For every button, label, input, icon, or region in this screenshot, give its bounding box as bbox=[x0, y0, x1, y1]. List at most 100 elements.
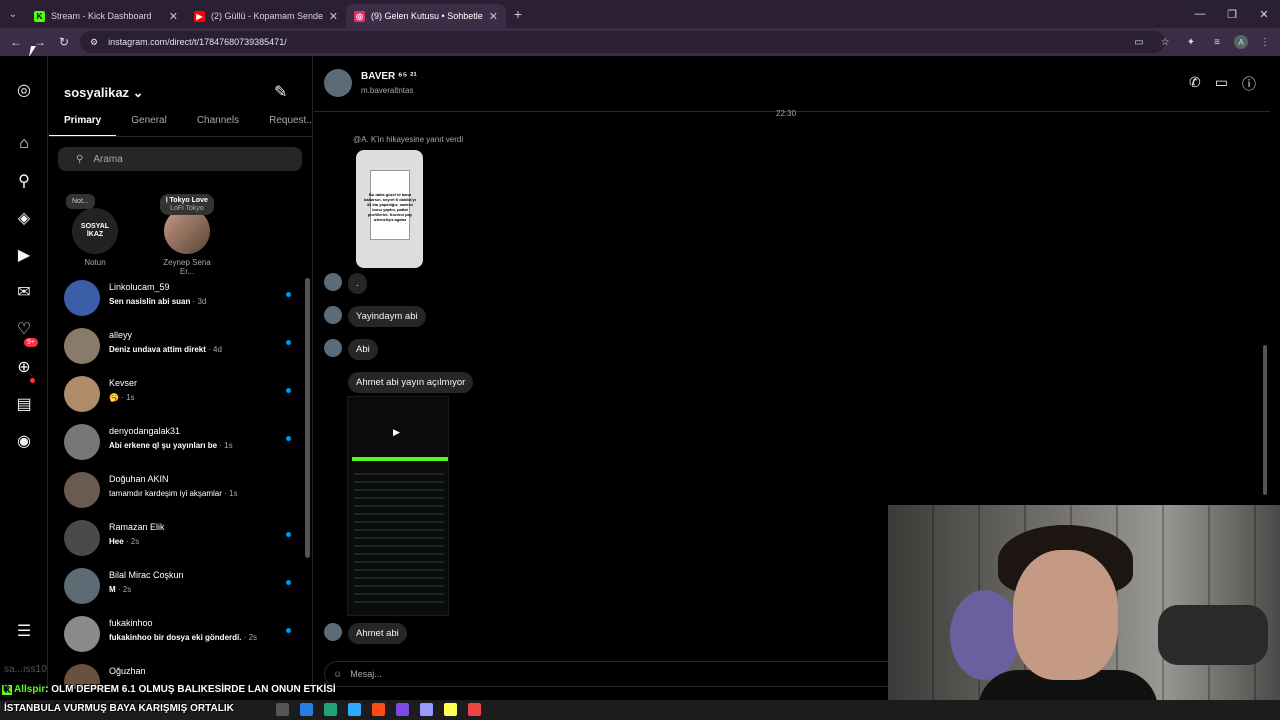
back-button[interactable]: ← bbox=[4, 30, 28, 54]
close-tab-icon[interactable]: ✕ bbox=[489, 10, 498, 23]
info-icon[interactable]: ⓘ bbox=[1242, 74, 1256, 94]
kick-badge-icon: K bbox=[2, 685, 12, 695]
account-username[interactable]: sosyalikaz ⌄ bbox=[64, 85, 144, 101]
avatar bbox=[64, 328, 100, 364]
phone-call-icon[interactable]: ✆ bbox=[1189, 74, 1201, 94]
thread-name: fukakinhoo bbox=[109, 618, 153, 628]
note-label: Zeynep Sena Er... bbox=[163, 258, 211, 276]
chat-scrollbar[interactable] bbox=[1263, 345, 1267, 495]
notifications-heart-icon[interactable]: ♡ bbox=[14, 319, 34, 339]
note-friend[interactable]: 𝄃 Tokyo Love LoFi Tokyo Zeynep Sena Er..… bbox=[156, 194, 218, 276]
list-item[interactable]: Ramazan Elik Hee · 2s bbox=[49, 516, 304, 564]
instagram-logo-icon[interactable]: ◎ bbox=[14, 80, 34, 100]
search-input[interactable]: ⚲ Arama bbox=[58, 147, 302, 171]
message-bubble[interactable]: Abi bbox=[348, 339, 378, 360]
app-icon[interactable] bbox=[444, 703, 457, 716]
messages-icon[interactable]: ✉ bbox=[14, 282, 34, 302]
unread-dot bbox=[286, 436, 291, 441]
list-item[interactable]: fukakinhoo fukakinhoo bir dosya eki gönd… bbox=[49, 612, 304, 660]
messages-badge: 9+ bbox=[24, 338, 38, 347]
reels-icon[interactable]: ▶ bbox=[14, 245, 34, 265]
site-info-icon[interactable]: ⚙ bbox=[90, 37, 98, 48]
tab-instagram-inbox[interactable]: ◎ (9) Gelen Kutusu • Sohbetler ✕ bbox=[346, 4, 506, 28]
unread-dot bbox=[286, 340, 291, 345]
reload-button[interactable]: ↻ bbox=[52, 30, 76, 54]
message-bubble[interactable]: Yayindaym abi bbox=[348, 306, 426, 327]
music-bars-icon: 𝄃 bbox=[166, 197, 168, 204]
search-icon: ⚲ bbox=[76, 153, 84, 165]
tab-search-icon[interactable]: ⌄ bbox=[0, 0, 26, 28]
threads-icon[interactable]: ◉ bbox=[14, 431, 34, 451]
avatar bbox=[64, 568, 100, 604]
list-item[interactable]: Bilal Mirac Coşkun M · 2s bbox=[49, 564, 304, 612]
close-window-icon[interactable]: ✕ bbox=[1248, 0, 1280, 28]
notification-dot bbox=[30, 378, 35, 383]
message-bubble[interactable]: . bbox=[348, 273, 367, 294]
explore-icon[interactable]: ◈ bbox=[14, 208, 34, 228]
dashboard-icon[interactable]: ▤ bbox=[14, 394, 34, 414]
new-message-icon[interactable]: ✎ bbox=[274, 82, 287, 102]
url-bar[interactable]: ⚙ instagram.com/direct/t/178476807393854… bbox=[80, 31, 1165, 53]
browser-menu-icon[interactable]: ⋮ bbox=[1256, 32, 1274, 52]
list-item[interactable]: Doğuhan AKIN tamamdır kardeşim iyi akşam… bbox=[49, 468, 304, 516]
bookmark-star-icon[interactable]: ☆ bbox=[1156, 32, 1174, 52]
photoshop-icon[interactable] bbox=[348, 703, 361, 716]
tab-kick-dashboard[interactable]: K Stream - Kick Dashboard ✕ bbox=[26, 4, 186, 28]
thread-preview: M · 2s bbox=[109, 585, 132, 594]
tab-channels[interactable]: Channels bbox=[182, 115, 254, 136]
webcam-overlay bbox=[888, 505, 1280, 720]
tab-requests[interactable]: Request... bbox=[254, 115, 312, 136]
conversation-list-panel: sosyalikaz ⌄ ✎ Primary General Channels … bbox=[49, 56, 313, 689]
avatar[interactable] bbox=[324, 69, 352, 97]
tab-primary[interactable]: Primary bbox=[49, 115, 117, 136]
premiere-icon[interactable] bbox=[420, 703, 433, 716]
unread-dot bbox=[286, 292, 291, 297]
tab-title: (9) Gelen Kutusu • Sohbetler bbox=[371, 11, 483, 21]
story-reply-thumbnail[interactable]: Bu daha güzel bi bana bakarsın, seyret t… bbox=[356, 150, 423, 268]
avatar bbox=[324, 306, 342, 324]
message-bubble[interactable]: Ahmet abi bbox=[348, 623, 407, 644]
chat-contact-name[interactable]: BAVER ⁶⁵ ²¹ bbox=[361, 71, 417, 82]
extensions-icon[interactable]: ✦ bbox=[1182, 32, 1200, 52]
avatar bbox=[64, 472, 100, 508]
tab-youtube[interactable]: ▶ (2) Güllü - Kopamam Senden - ✕ bbox=[186, 4, 346, 28]
note-own[interactable]: Not... SOSYAL İKAZ Notun bbox=[64, 194, 126, 276]
search-icon[interactable]: ⚲ bbox=[14, 171, 34, 191]
restore-icon[interactable]: ❐ bbox=[1216, 0, 1248, 28]
file-explorer-icon[interactable] bbox=[276, 703, 289, 716]
notes-row: Not... SOSYAL İKAZ Notun 𝄃 Tokyo Love Lo… bbox=[64, 194, 218, 276]
video-call-icon[interactable]: ▭ bbox=[1215, 74, 1228, 94]
home-icon[interactable]: ⌂ bbox=[14, 134, 34, 154]
close-tab-icon[interactable]: ✕ bbox=[169, 10, 178, 23]
thread-preview: Deniz undava attim direkt · 4d bbox=[109, 345, 222, 354]
list-item[interactable]: denyodangalak31 Abi erkene ql şu yayınla… bbox=[49, 420, 304, 468]
message-bubble[interactable]: Ahmet abi yayın açılmıyor bbox=[348, 372, 474, 393]
unread-dot bbox=[286, 580, 291, 585]
illustrator-icon[interactable] bbox=[372, 703, 385, 716]
list-item[interactable]: Kevser 🥱 · 1s bbox=[49, 372, 304, 420]
thread-preview: Sen nasislin abi suan · 3d bbox=[109, 297, 207, 306]
cast-icon[interactable]: ▭ bbox=[1130, 32, 1148, 52]
edge-icon[interactable] bbox=[324, 703, 337, 716]
thread-preview: tamamdır kardeşim iyi akşamlar · 1s bbox=[109, 489, 238, 498]
create-icon[interactable]: ⊕ bbox=[14, 357, 34, 377]
app-icon[interactable] bbox=[300, 703, 313, 716]
minimize-icon[interactable]: — bbox=[1184, 0, 1216, 28]
attached-screenshot-image[interactable]: ▶ bbox=[347, 396, 449, 616]
instagram-favicon-icon: ◎ bbox=[354, 10, 365, 22]
list-item[interactable]: alleyy Deniz undava attim direkt · 4d bbox=[49, 324, 304, 372]
media-control-icon[interactable]: ≡ bbox=[1208, 32, 1226, 52]
list-item[interactable]: Linkolucam_59 Sen nasislin abi suan · 3d bbox=[49, 276, 304, 324]
close-tab-icon[interactable]: ✕ bbox=[329, 10, 338, 23]
url-text[interactable]: instagram.com/direct/t/17847680739385471… bbox=[108, 37, 287, 47]
more-menu-icon[interactable]: ☰ bbox=[14, 621, 34, 641]
thread-preview: Hee · 2s bbox=[109, 537, 140, 546]
profile-avatar[interactable]: A bbox=[1234, 35, 1248, 49]
app-icon[interactable] bbox=[396, 703, 409, 716]
tab-general[interactable]: General bbox=[116, 115, 182, 136]
thread-name: denyodangalak31 bbox=[109, 426, 181, 436]
emoji-icon[interactable]: ☺ bbox=[333, 669, 342, 679]
new-tab-button[interactable]: + bbox=[506, 6, 530, 22]
thread-list-scrollbar[interactable] bbox=[305, 278, 310, 558]
chrome-icon[interactable] bbox=[468, 703, 481, 716]
